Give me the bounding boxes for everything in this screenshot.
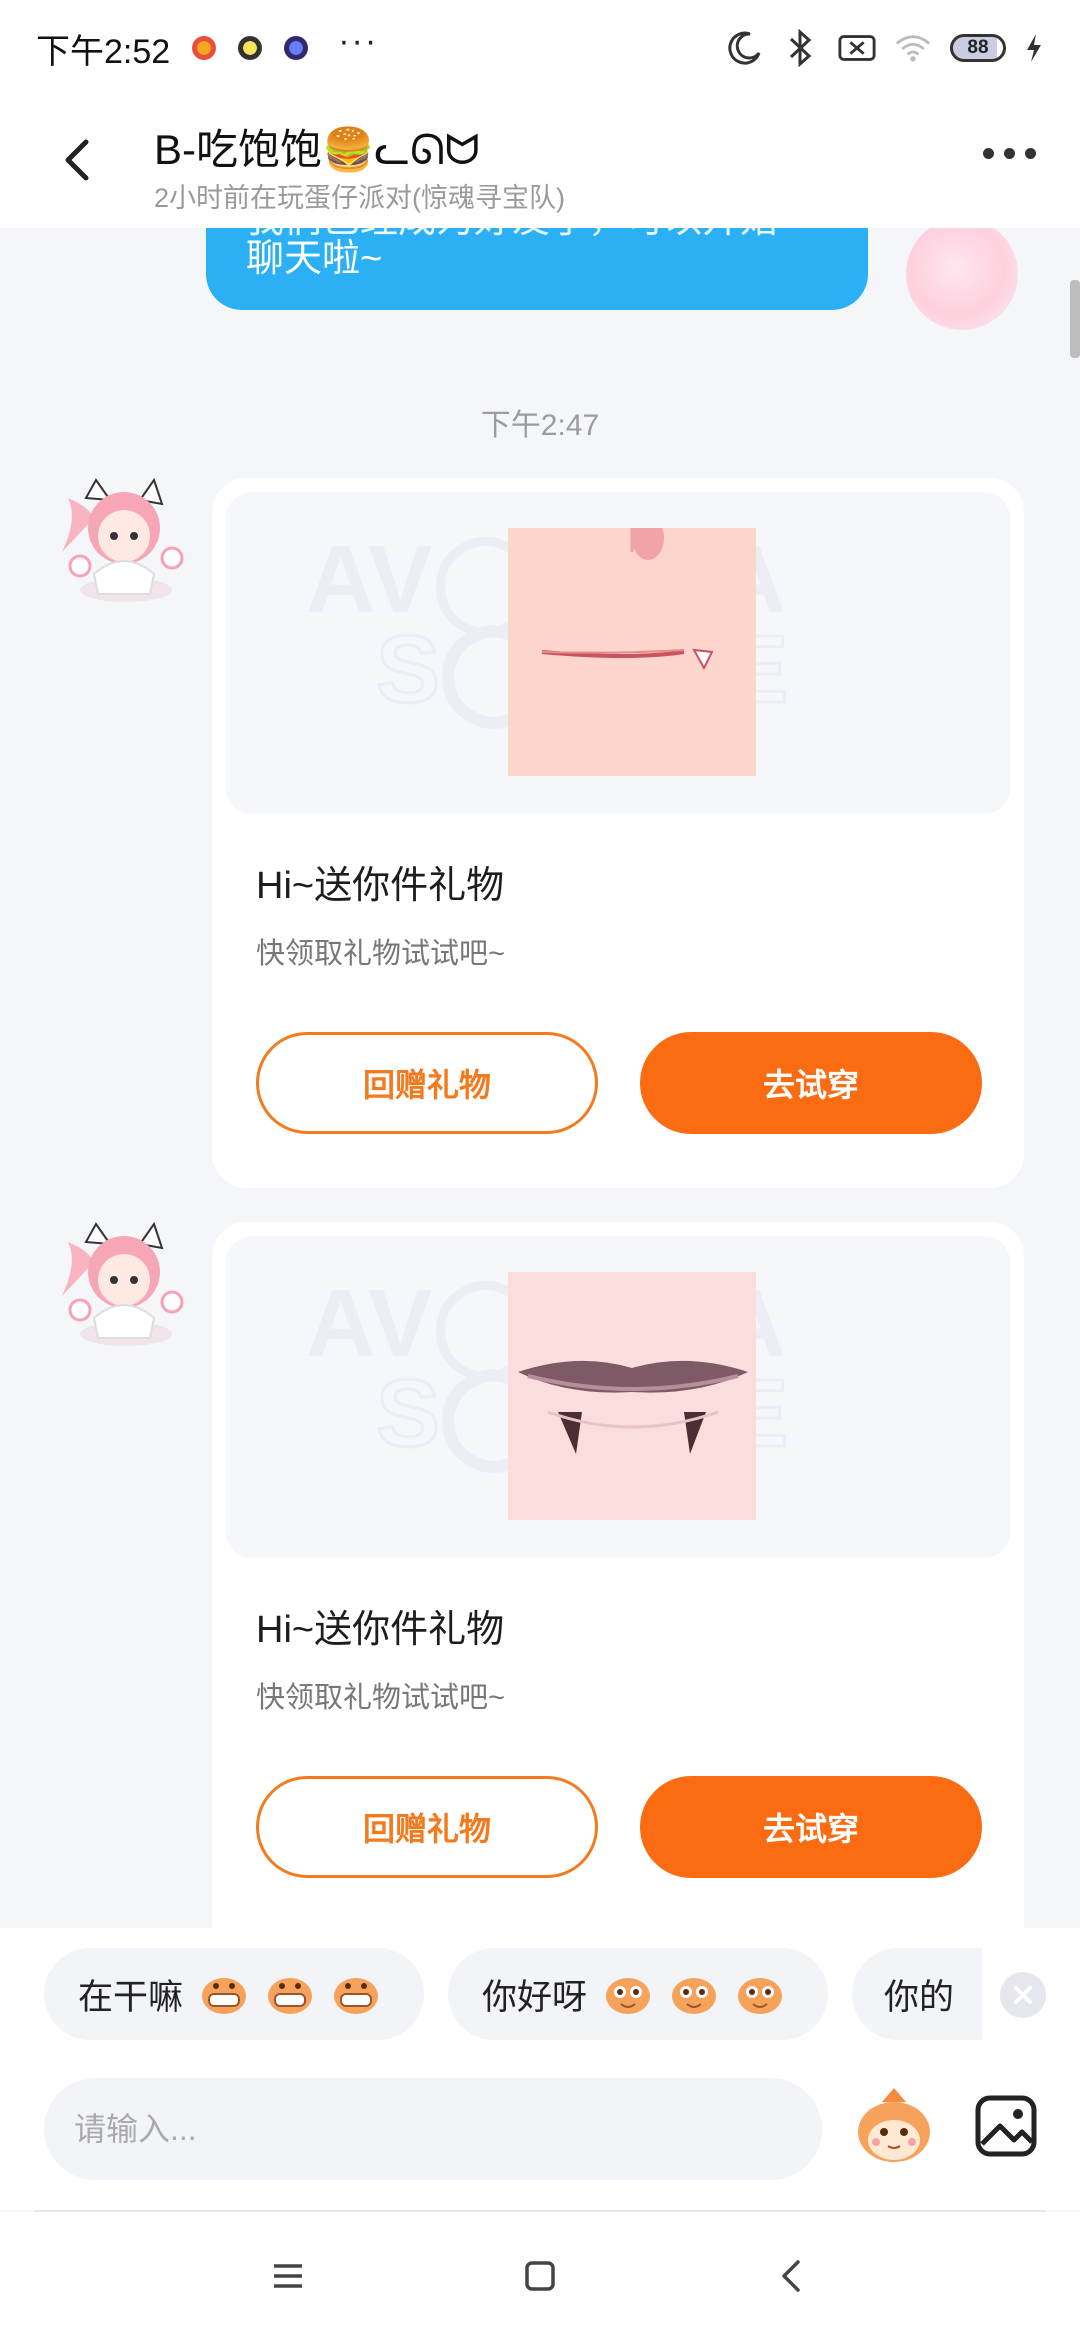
image-icon <box>975 2095 1037 2157</box>
happy-emoji-icon <box>606 1978 651 2014</box>
peer-avatar[interactable] <box>54 477 192 606</box>
chat-header: B-吃饱饱🍔ᓚᘏᗢ 2小时前在玩蛋仔派对(惊魂寻宝队) <box>0 96 1080 228</box>
message-timestamp: 下午2:47 <box>480 409 600 442</box>
quick-reply-chip[interactable]: 你好呀 <box>448 1948 828 2040</box>
scrollbar[interactable] <box>1070 280 1080 358</box>
sent-message-bubble[interactable]: 我们已经成为好友了，可以开始 聊天啦~ <box>206 228 868 310</box>
message-input[interactable] <box>44 2078 822 2180</box>
gift-title: Hi~送你件礼物 <box>256 1609 505 1651</box>
emoji-button[interactable] <box>852 2084 936 2168</box>
more-icon <box>983 148 994 159</box>
sent-message-line: 聊天啦~ <box>246 238 383 280</box>
nav-back-button[interactable] <box>772 2256 812 2296</box>
bluetooth-icon <box>782 29 820 67</box>
menu-icon <box>274 2264 302 2288</box>
status-more-icon: ··· <box>338 21 379 60</box>
gift-image <box>508 528 756 776</box>
moon-icon <box>726 29 764 67</box>
image-button[interactable] <box>964 2084 1048 2168</box>
gift-preview[interactable]: AV◯◯RA S◯◯RE <box>226 492 1010 814</box>
gift-image <box>508 1272 756 1520</box>
quick-replies: 在干嘛 你好呀 你的 <box>0 1928 1080 2074</box>
quick-reply-text: 你好呀 <box>482 1977 588 2017</box>
return-gift-button[interactable]: 回赠礼物 <box>256 1776 598 1878</box>
return-gift-button[interactable]: 回赠礼物 <box>256 1032 598 1134</box>
battery-icon: 88 <box>950 34 1006 62</box>
status-bar: 下午2:52 ··· 88 <box>0 0 1080 96</box>
gift-preview[interactable]: AV◯◯RA S◯◯RE <box>226 1236 1010 1558</box>
grin-emoji-icon <box>268 1978 313 2014</box>
more-button[interactable] <box>983 148 1036 159</box>
gift-card[interactable]: AV◯◯RA S◯◯RE Hi~送你件礼物 快领取礼物试试吧~ 回赠礼物 去试穿 <box>212 478 1024 1188</box>
sim-off-icon <box>838 29 876 67</box>
system-nav-bar <box>0 2212 1080 2340</box>
close-quick-replies-button[interactable] <box>1000 1972 1046 2018</box>
back-button[interactable] <box>50 130 110 190</box>
try-on-button[interactable]: 去试穿 <box>640 1776 982 1878</box>
input-bar <box>0 2074 1080 2210</box>
quick-reply-text: 在干嘛 <box>78 1977 184 2017</box>
gift-card[interactable]: AV◯◯RA S◯◯RE Hi~送你件礼物 快领取礼物试试吧~ 回赠礼物 去试穿 <box>212 1222 1024 1928</box>
quick-reply-text: 你的 <box>884 1977 955 2017</box>
nav-back-icon <box>782 2260 800 2292</box>
gift-subtitle: 快领取礼物试试吧~ <box>256 1682 505 1714</box>
try-on-button[interactable]: 去试穿 <box>640 1032 982 1134</box>
status-time: 下午2:52 <box>36 32 171 71</box>
gift-title: Hi~送你件礼物 <box>256 865 505 907</box>
home-button[interactable] <box>520 2256 560 2296</box>
app-notification-icon <box>238 36 263 60</box>
chat-title: B-吃饱饱🍔ᓚᘏᗢ <box>154 126 480 173</box>
mascot-emoji-icon <box>858 2088 930 2162</box>
app-notification-icon <box>284 36 309 60</box>
chat-area[interactable]: 我们已经成为好友了，可以开始 聊天啦~ 下午2:47 AV◯◯RA S◯◯RE <box>0 228 1080 1928</box>
quick-reply-chip[interactable]: 你的 <box>852 1948 982 2040</box>
close-icon <box>1014 1986 1032 2004</box>
back-icon <box>65 139 89 181</box>
app-notification-icon <box>192 36 217 60</box>
grin-emoji-icon <box>202 1978 247 2014</box>
my-avatar[interactable] <box>906 228 1018 330</box>
peer-avatar[interactable] <box>54 1221 192 1350</box>
happy-emoji-icon <box>672 1978 717 2014</box>
happy-emoji-icon <box>738 1978 783 2014</box>
gift-subtitle: 快领取礼物试试吧~ <box>256 938 505 970</box>
home-icon <box>525 2261 555 2291</box>
grin-emoji-icon <box>334 1978 379 2014</box>
charging-icon <box>1024 29 1044 67</box>
chat-subtitle: 2小时前在玩蛋仔派对(惊魂寻宝队) <box>154 183 565 213</box>
menu-button[interactable] <box>268 2256 308 2296</box>
quick-reply-chip[interactable]: 在干嘛 <box>44 1948 424 2040</box>
wifi-icon <box>894 29 932 67</box>
